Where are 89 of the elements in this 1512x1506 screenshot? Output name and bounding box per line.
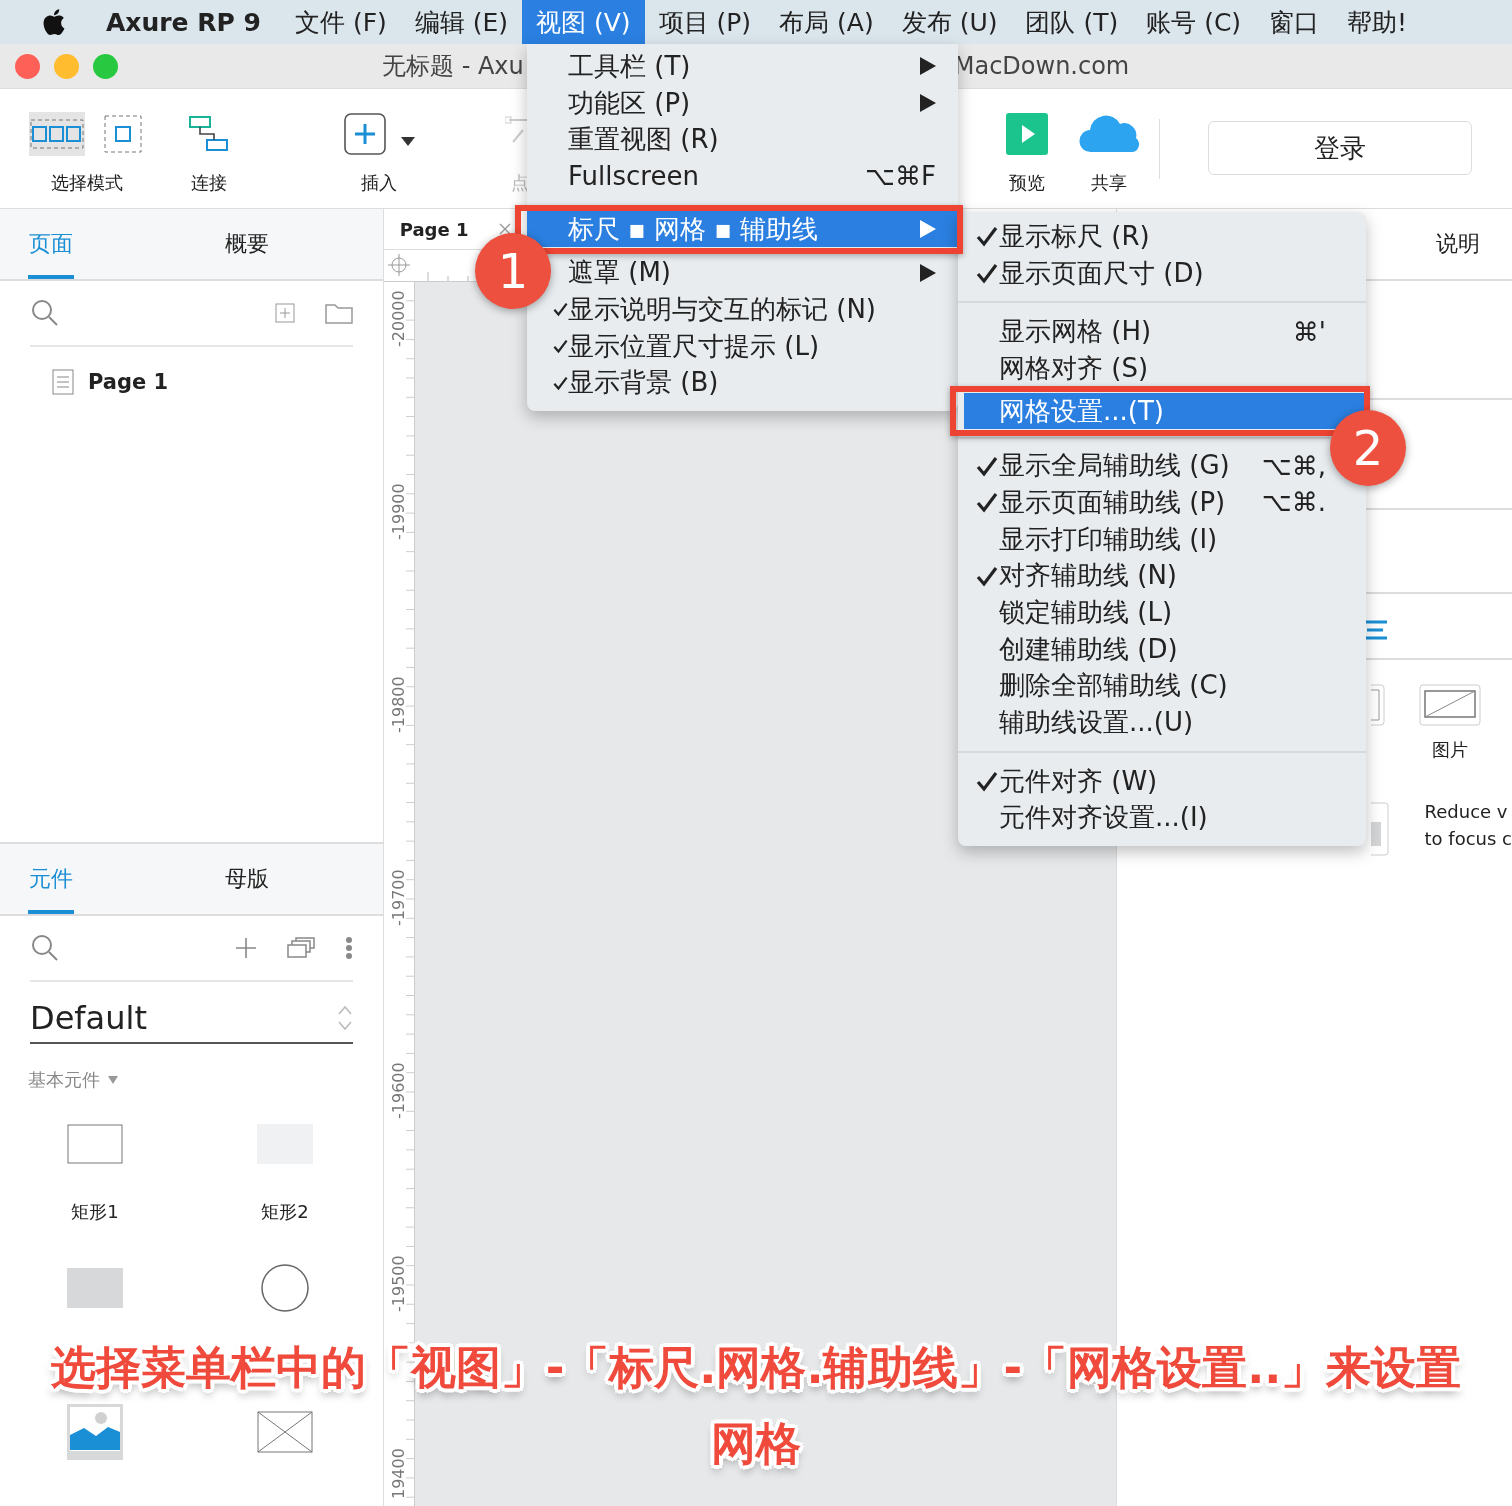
window-title: 无标题 - Axu <box>382 51 524 82</box>
widget-label: 矩形2 <box>261 1200 309 1224</box>
menu-item[interactable]: 显示位置尺寸提示 (L) <box>553 327 958 365</box>
menu-item[interactable]: 显示说明与交互的标记 (N) <box>553 291 958 328</box>
menu-bar-item[interactable]: 账号 (C) <box>1132 0 1256 44</box>
note-text: to focus c <box>1424 827 1512 851</box>
menu-item[interactable]: 显示标尺 (R) <box>964 218 1326 255</box>
library-select[interactable]: Default <box>30 994 353 1044</box>
menu-bar-item[interactable]: 视图 (V) <box>522 0 645 44</box>
caption: 选择菜单栏中的「视图」-「标尺.网格.辅助线」-「网格设置..」来设置 <box>50 1340 1462 1396</box>
toolbar-button[interactable]: 共享 <box>1077 109 1141 195</box>
widget-frame[interactable] <box>1370 802 1389 856</box>
menu-item[interactable]: Fullscreen ⌥⌘F <box>553 158 958 195</box>
crosshair-icon[interactable] <box>387 254 410 276</box>
ruler-label: -19600 <box>389 1062 409 1121</box>
stack-icon[interactable] <box>286 937 315 959</box>
menu-bar-item[interactable]: 文件 (F) <box>280 0 401 44</box>
caption: 网格 <box>711 1416 801 1472</box>
menu-item[interactable]: 锁定辅助线 (L) <box>964 594 1326 631</box>
menu-item[interactable]: 辅助线设置...(U) <box>964 704 1326 741</box>
ruler-label: -19700 <box>389 869 409 928</box>
toolbar-button[interactable]: 选择模式 <box>26 109 148 195</box>
rectangle-widget[interactable] <box>67 1124 123 1164</box>
menu-item[interactable]: 删除全部辅助线 (C) <box>964 667 1326 705</box>
add-page-icon[interactable] <box>274 303 295 323</box>
menu-item[interactable]: 显示页面辅助线 (P) ⌥⌘. <box>964 484 1326 521</box>
ruler-label: -19800 <box>389 676 409 735</box>
placeholder-widget[interactable] <box>257 1411 313 1453</box>
play-icon <box>1006 113 1048 155</box>
ruler-label: -19500 <box>389 1255 409 1314</box>
folder-icon[interactable] <box>324 302 353 324</box>
menu-item[interactable]: 显示背景 (B) <box>553 364 958 402</box>
circle-widget[interactable] <box>260 1263 310 1313</box>
ruler-label: -19900 <box>389 483 409 542</box>
menu-bar-item[interactable]: 窗口 <box>1255 0 1334 44</box>
menu-bar-item[interactable]: 发布 (U) <box>887 0 1012 44</box>
menu-item[interactable]: 网格对齐 (S) <box>964 350 1326 387</box>
select-icon <box>101 112 145 156</box>
search-icon[interactable] <box>30 298 60 328</box>
widget-label: 矩形1 <box>71 1200 119 1224</box>
plus-icon[interactable] <box>234 937 257 959</box>
toolbar-button[interactable]: 预览 <box>995 109 1059 195</box>
toolbar-button[interactable]: 插入 <box>344 109 414 195</box>
note-text: Reduce v <box>1424 800 1509 824</box>
menu-item[interactable]: 显示网格 (H) ⌘' <box>964 313 1326 351</box>
menu-bar-item[interactable]: 编辑 (E) <box>400 0 523 44</box>
menu-bar-item[interactable]: Axure RP 9 <box>92 0 281 44</box>
image-widget[interactable] <box>1418 684 1481 726</box>
cloud-icon <box>1079 114 1139 154</box>
menu-item[interactable]: 网格设置...(T) <box>964 392 1366 430</box>
widget-frame[interactable] <box>1370 684 1385 726</box>
ruler-label: -20000 <box>389 290 409 349</box>
menu-item[interactable]: 元件对齐设置...(I) <box>964 799 1326 837</box>
search-icon[interactable] <box>30 933 60 963</box>
image-widget[interactable] <box>67 1404 123 1460</box>
panel-tab[interactable]: 说明 <box>1436 229 1480 259</box>
menu-bar-item[interactable]: 团队 (T) <box>1011 0 1133 44</box>
menu-item[interactable]: 显示全局辅助线 (G) ⌥⌘, <box>964 447 1326 485</box>
menu-item[interactable]: 遮罩 (M) <box>553 254 958 292</box>
dropdown-icon[interactable] <box>108 1076 118 1084</box>
panel-tab[interactable]: 母版 <box>224 844 270 914</box>
menu-item[interactable]: 对齐辅助线 (N) <box>964 557 1326 595</box>
menu-item[interactable]: 显示页面尺寸 (D) <box>964 254 1326 292</box>
menu-bar-item[interactable]: 帮助! <box>1333 0 1422 44</box>
group-label[interactable]: 基本元件 <box>28 1068 100 1092</box>
menu-item[interactable]: 显示打印辅助线 (I) <box>964 520 1326 558</box>
close-icon[interactable] <box>498 223 511 235</box>
menu-item[interactable]: 创建辅助线 (D) <box>964 630 1326 668</box>
widget-label: 图片 <box>1431 738 1468 762</box>
login-button[interactable]: 登录 <box>1208 121 1472 175</box>
select-icon <box>29 112 85 156</box>
close-button[interactable] <box>15 53 40 79</box>
menu-bar-item[interactable]: 项目 (P) <box>644 0 766 44</box>
zoom-button[interactable] <box>93 53 118 79</box>
page-icon <box>52 369 74 395</box>
caret-icon <box>401 136 415 146</box>
page-item[interactable]: Page 1 <box>0 347 383 395</box>
connector-icon <box>187 114 231 154</box>
more-icon[interactable] <box>344 936 353 960</box>
toolbar-button[interactable]: 连接 <box>184 109 234 195</box>
plus-icon <box>343 112 387 156</box>
menu-item[interactable]: 元件对齐 (W) <box>964 762 1326 800</box>
menu-item[interactable]: 标尺 ▪ 网格 ▪ 辅助线 <box>527 210 958 248</box>
ruler-label: 19400 <box>389 1448 409 1501</box>
panel-tab[interactable]: 概要 <box>224 209 270 279</box>
menu-item[interactable]: 功能区 (P) <box>553 84 958 122</box>
menu-bar-item[interactable]: 布局 (A) <box>765 0 888 44</box>
menu-item[interactable]: 重置视图 (R) <box>553 121 958 159</box>
stepper-icon <box>336 1004 353 1032</box>
